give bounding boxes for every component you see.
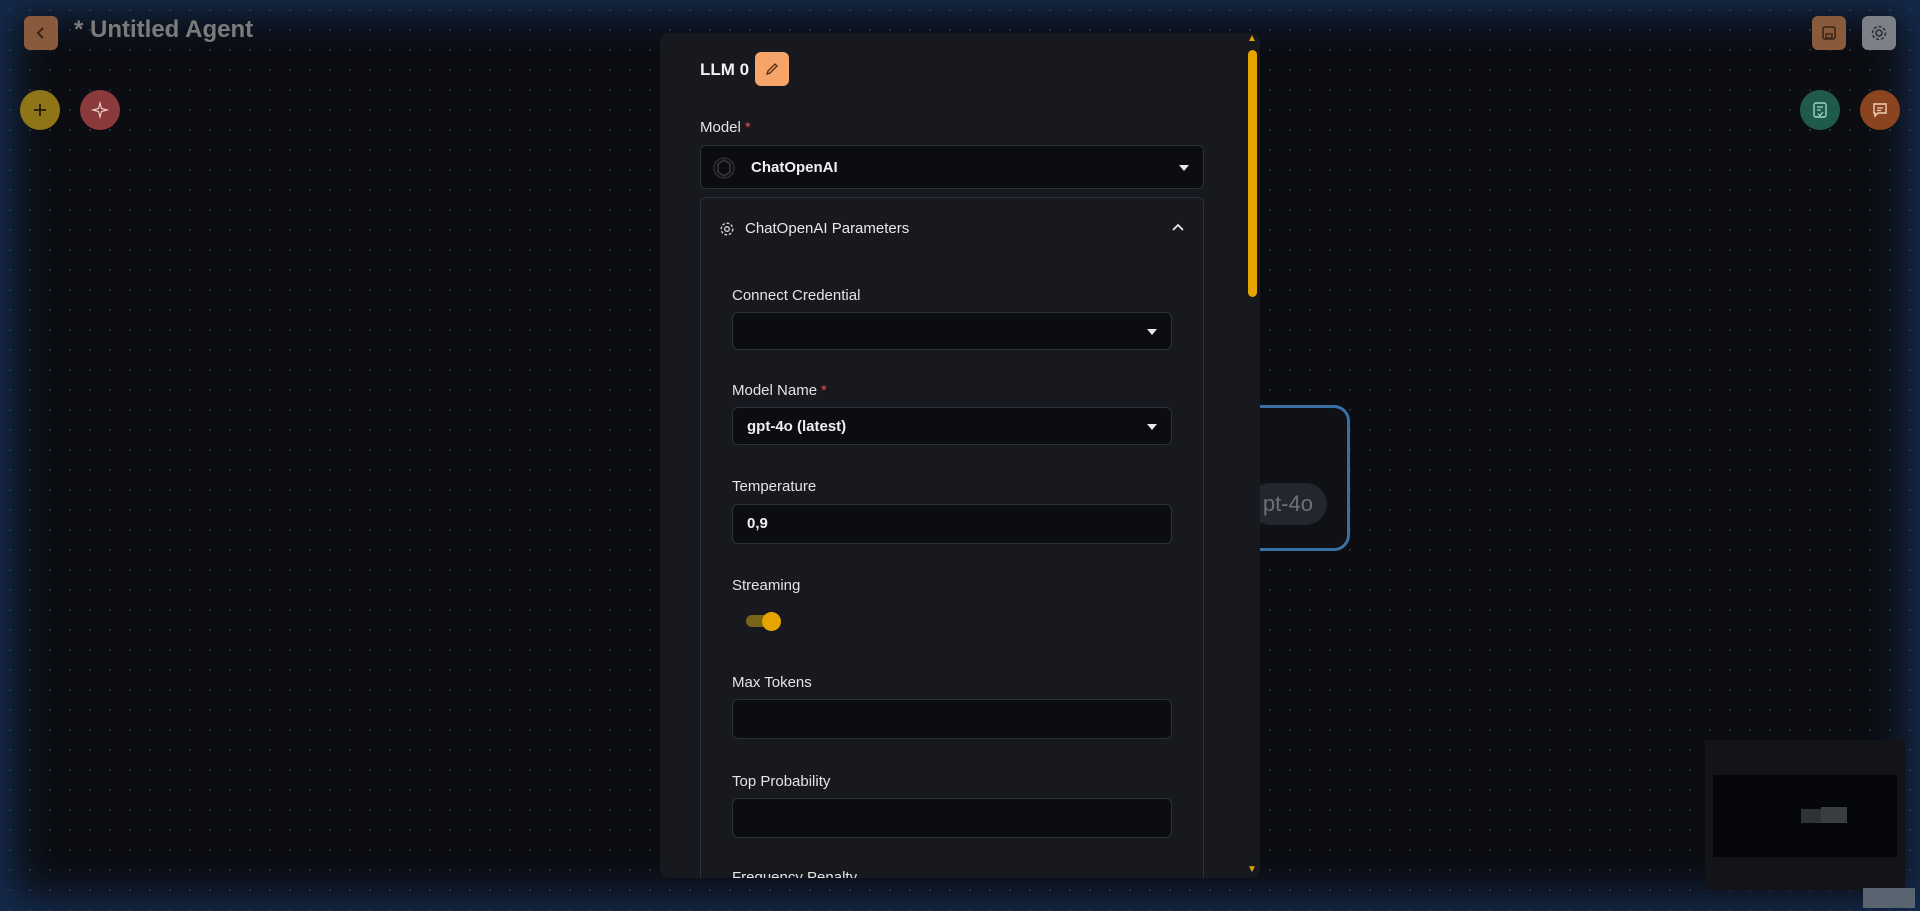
panel-title: LLM 0 (700, 60, 750, 79)
openai-icon (713, 157, 735, 179)
validate-button[interactable] (1800, 90, 1840, 130)
frequency-penalty-label: Frequency Penalty (732, 869, 858, 878)
settings-button[interactable] (1862, 16, 1896, 50)
chat-button[interactable] (1860, 90, 1900, 130)
caret-down-icon (1179, 165, 1189, 171)
back-button[interactable] (24, 16, 58, 50)
model-name-select[interactable]: gpt-4o (latest) (732, 407, 1172, 445)
model-select[interactable]: ChatOpenAI (700, 145, 1204, 189)
gear-icon (1871, 25, 1887, 41)
parameters-header[interactable]: ChatOpenAI Parameters (719, 220, 909, 237)
minimap[interactable] (1705, 740, 1905, 890)
max-tokens-input[interactable] (732, 699, 1172, 739)
page-title: * Untitled Agent (74, 16, 254, 43)
max-tokens-label: Max Tokens (732, 674, 812, 691)
streaming-toggle-thumb[interactable] (762, 612, 781, 631)
checklist-icon (1813, 102, 1827, 118)
top-probability-label: Top Probability (732, 773, 831, 790)
scroll-up-arrow[interactable]: ▲ (1247, 33, 1257, 44)
caret-down-icon (1147, 329, 1157, 335)
parameters-title: ChatOpenAI Parameters (745, 220, 910, 237)
node-settings-panel: LLM 0 Model * ChatOpenAI ChatOpenAI Param… (660, 33, 1260, 878)
top-probability-input[interactable] (732, 798, 1172, 838)
model-chip: pt-4o (1248, 483, 1327, 525)
sparkles-icon (91, 101, 109, 119)
caret-down-icon (1147, 424, 1157, 430)
temperature-label: Temperature (732, 478, 817, 495)
chevron-up-icon[interactable] (1171, 222, 1185, 232)
minimap-node (1821, 807, 1847, 823)
scroll-down-arrow[interactable]: ▼ (1247, 864, 1257, 875)
chat-icon (1873, 103, 1887, 118)
pencil-icon (765, 63, 778, 76)
credential-select[interactable] (732, 312, 1172, 350)
chevron-left-icon (36, 27, 44, 39)
plus-icon (34, 104, 46, 116)
scrollbar-thumb[interactable] (1248, 50, 1257, 297)
temperature-value: 0,9 (747, 515, 768, 532)
streaming-label: Streaming (732, 577, 801, 594)
edit-name-button[interactable] (755, 52, 789, 86)
save-icon (1822, 26, 1836, 40)
model-name-value: gpt-4o (latest) (747, 418, 847, 435)
add-node-button[interactable] (20, 90, 60, 130)
credential-label: Connect Credential (732, 287, 861, 304)
model-name-label: Model Name * (732, 382, 827, 399)
save-button[interactable] (1812, 16, 1846, 50)
minimap-viewport (1713, 775, 1897, 857)
model-label: Model * (700, 119, 751, 136)
minimap-node (1801, 809, 1823, 823)
temperature-input[interactable]: 0,9 (732, 504, 1172, 544)
attribution-badge (1863, 888, 1915, 908)
model-value: ChatOpenAI (751, 159, 838, 176)
gear-icon (720, 222, 734, 235)
generate-button[interactable] (80, 90, 120, 130)
